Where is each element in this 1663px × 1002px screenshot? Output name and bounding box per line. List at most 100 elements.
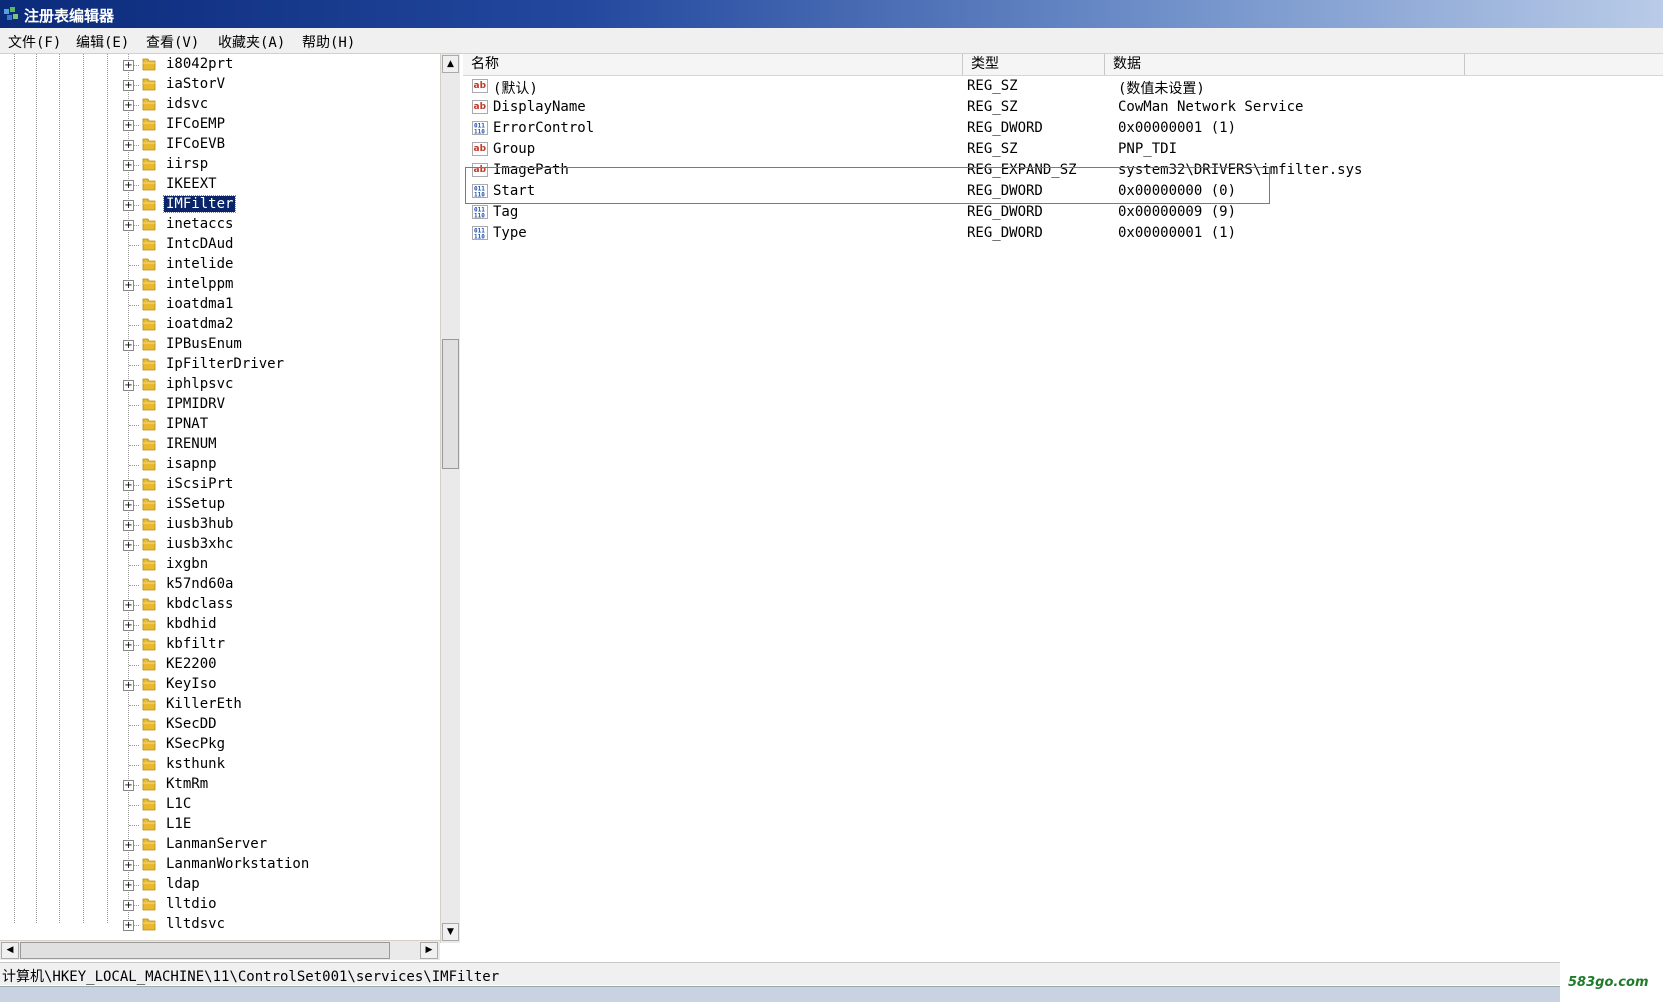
value-row-imagepath[interactable]: ab ImagePath REG_EXPAND_SZ system32\DRIVERS… [463,160,1663,181]
tree-item-i8042prt[interactable]: + i8042prt [0,55,415,75]
expand-plus-icon[interactable]: + [123,920,134,931]
tree-horizontal-scrollbar[interactable]: ◀ ▶ [0,940,440,960]
value-row-type[interactable]: 011 110 Type REG_DWORD 0x00000001 (1) [463,223,1663,244]
tree-item-ipfilterdriver[interactable]: IpFilterDriver [0,355,415,375]
expand-plus-icon[interactable]: + [123,620,134,631]
expand-plus-icon[interactable]: + [123,640,134,651]
expand-plus-icon[interactable]: + [123,160,134,171]
value-row-start[interactable]: 011 110 Start REG_DWORD 0x00000000 (0) [463,181,1663,202]
value-row-group[interactable]: ab Group REG_SZ PNP_TDI [463,139,1663,160]
expand-plus-icon[interactable]: + [123,380,134,391]
tree-item-lanmanserver[interactable]: + LanmanServer [0,835,415,855]
value-row-displayname[interactable]: ab DisplayName REG_SZ CowMan Network Servic… [463,97,1663,118]
tree-item-lanmanworkstation[interactable]: + LanmanWorkstation [0,855,415,875]
tree-item-idsvc[interactable]: + idsvc [0,95,415,115]
tree-item-ipnat[interactable]: IPNAT [0,415,415,435]
scroll-thumb[interactable] [442,339,459,469]
expand-plus-icon[interactable]: + [123,860,134,871]
value-row-[interactable]: ab (默认) REG_SZ (数值未设置) [463,76,1663,97]
folder-icon [142,898,156,911]
value-row-tag[interactable]: 011 110 Tag REG_DWORD 0x00000009 (9) [463,202,1663,223]
menu-view[interactable]: 查看(V) [146,32,199,52]
menu-help[interactable]: 帮助(H) [302,32,355,52]
tree-item-intcdaud[interactable]: IntcDAud [0,235,415,255]
column-header-data[interactable]: 数据 [1105,54,1465,75]
tree-item-k57nd60a[interactable]: k57nd60a [0,575,415,595]
registry-values-list[interactable]: 名称 类型 数据 ab (默认) REG_SZ (数值未设置) ab DisplayNam… [463,54,1663,959]
expand-plus-icon[interactable]: + [123,280,134,291]
tree-item-l1e[interactable]: L1E [0,815,415,835]
tree-connector [129,805,139,806]
tree-item-ipmidrv[interactable]: IPMIDRV [0,395,415,415]
menu-edit[interactable]: 编辑(E) [76,32,129,52]
scroll-down-arrow-icon[interactable]: ▼ [442,923,459,941]
scroll-up-arrow-icon[interactable]: ▲ [442,55,459,73]
tree-item-lltdio[interactable]: + lltdio [0,895,415,915]
expand-plus-icon[interactable]: + [123,600,134,611]
expand-plus-icon[interactable]: + [123,120,134,131]
tree-item-ke2200[interactable]: KE2200 [0,655,415,675]
expand-plus-icon[interactable]: + [123,60,134,71]
expand-plus-icon[interactable]: + [123,840,134,851]
expand-plus-icon[interactable]: + [123,100,134,111]
tree-item-ktmrm[interactable]: + KtmRm [0,775,415,795]
tree-item-inetaccs[interactable]: + inetaccs [0,215,415,235]
tree-item-irenum[interactable]: IRENUM [0,435,415,455]
tree-item-ksthunk[interactable]: ksthunk [0,755,415,775]
tree-item-intelide[interactable]: intelide [0,255,415,275]
tree-item-ksecdd[interactable]: KSecDD [0,715,415,735]
tree-item-iusb3xhc[interactable]: + iusb3xhc [0,535,415,555]
column-header-type[interactable]: 类型 [963,54,1105,75]
tree-item-ldap[interactable]: + ldap [0,875,415,895]
tree-item-ixgbn[interactable]: ixgbn [0,555,415,575]
tree-connector [129,445,139,446]
tree-item-keyiso[interactable]: + KeyIso [0,675,415,695]
tree-item-ifcoevb[interactable]: + IFCoEVB [0,135,415,155]
tree-item-ioatdma2[interactable]: ioatdma2 [0,315,415,335]
expand-plus-icon[interactable]: + [123,780,134,791]
tree-item-ksecpkg[interactable]: KSecPkg [0,735,415,755]
expand-plus-icon[interactable]: + [123,540,134,551]
expand-plus-icon[interactable]: + [123,500,134,511]
tree-item-imfilter[interactable]: + IMFilter [0,195,415,215]
tree-item-iastorv[interactable]: + iaStorV [0,75,415,95]
value-row-errorcontrol[interactable]: 011 110 ErrorControl REG_DWORD 0x00000001 (1… [463,118,1663,139]
expand-plus-icon[interactable]: + [123,520,134,531]
expand-plus-icon[interactable]: + [123,200,134,211]
tree-item-kbfiltr[interactable]: + kbfiltr [0,635,415,655]
tree-item-ikeext[interactable]: + IKEEXT [0,175,415,195]
registry-key-tree[interactable]: + i8042prt + iaStorV + idsvc + IFCoEMP + IFCoEVB +… [0,54,443,943]
expand-plus-icon[interactable]: + [123,480,134,491]
tree-item-iscsiprt[interactable]: + iScsiPrt [0,475,415,495]
tree-vertical-scrollbar[interactable]: ▲ ▼ [440,54,460,943]
string-value-icon: ab [472,142,488,156]
tree-item-ifcoemp[interactable]: + IFCoEMP [0,115,415,135]
expand-plus-icon[interactable]: + [123,880,134,891]
column-header-name[interactable]: 名称 [463,54,963,75]
tree-item-kbdhid[interactable]: + kbdhid [0,615,415,635]
tree-item-iusb3hub[interactable]: + iusb3hub [0,515,415,535]
tree-item-intelppm[interactable]: + intelppm [0,275,415,295]
tree-item-ipbusenum[interactable]: + IPBusEnum [0,335,415,355]
menu-favorites[interactable]: 收藏夹(A) [218,32,285,52]
expand-plus-icon[interactable]: + [123,140,134,151]
tree-item-iirsp[interactable]: + iirsp [0,155,415,175]
tree-item-isapnp[interactable]: isapnp [0,455,415,475]
expand-plus-icon[interactable]: + [123,180,134,191]
tree-item-lltdsvc[interactable]: + lltdsvc [0,915,415,935]
tree-item-issetup[interactable]: + iSSetup [0,495,415,515]
scroll-right-arrow-icon[interactable]: ▶ [420,942,438,959]
tree-item-iphlpsvc[interactable]: + iphlpsvc [0,375,415,395]
scroll-thumb-horizontal[interactable] [20,942,390,959]
tree-item-kbdclass[interactable]: + kbdclass [0,595,415,615]
tree-item-l1c[interactable]: L1C [0,795,415,815]
expand-plus-icon[interactable]: + [123,80,134,91]
expand-plus-icon[interactable]: + [123,340,134,351]
expand-plus-icon[interactable]: + [123,680,134,691]
scroll-left-arrow-icon[interactable]: ◀ [1,942,19,959]
tree-item-killereth[interactable]: KillerEth [0,695,415,715]
menu-file[interactable]: 文件(F) [8,32,61,52]
expand-plus-icon[interactable]: + [123,220,134,231]
tree-item-ioatdma1[interactable]: ioatdma1 [0,295,415,315]
expand-plus-icon[interactable]: + [123,900,134,911]
